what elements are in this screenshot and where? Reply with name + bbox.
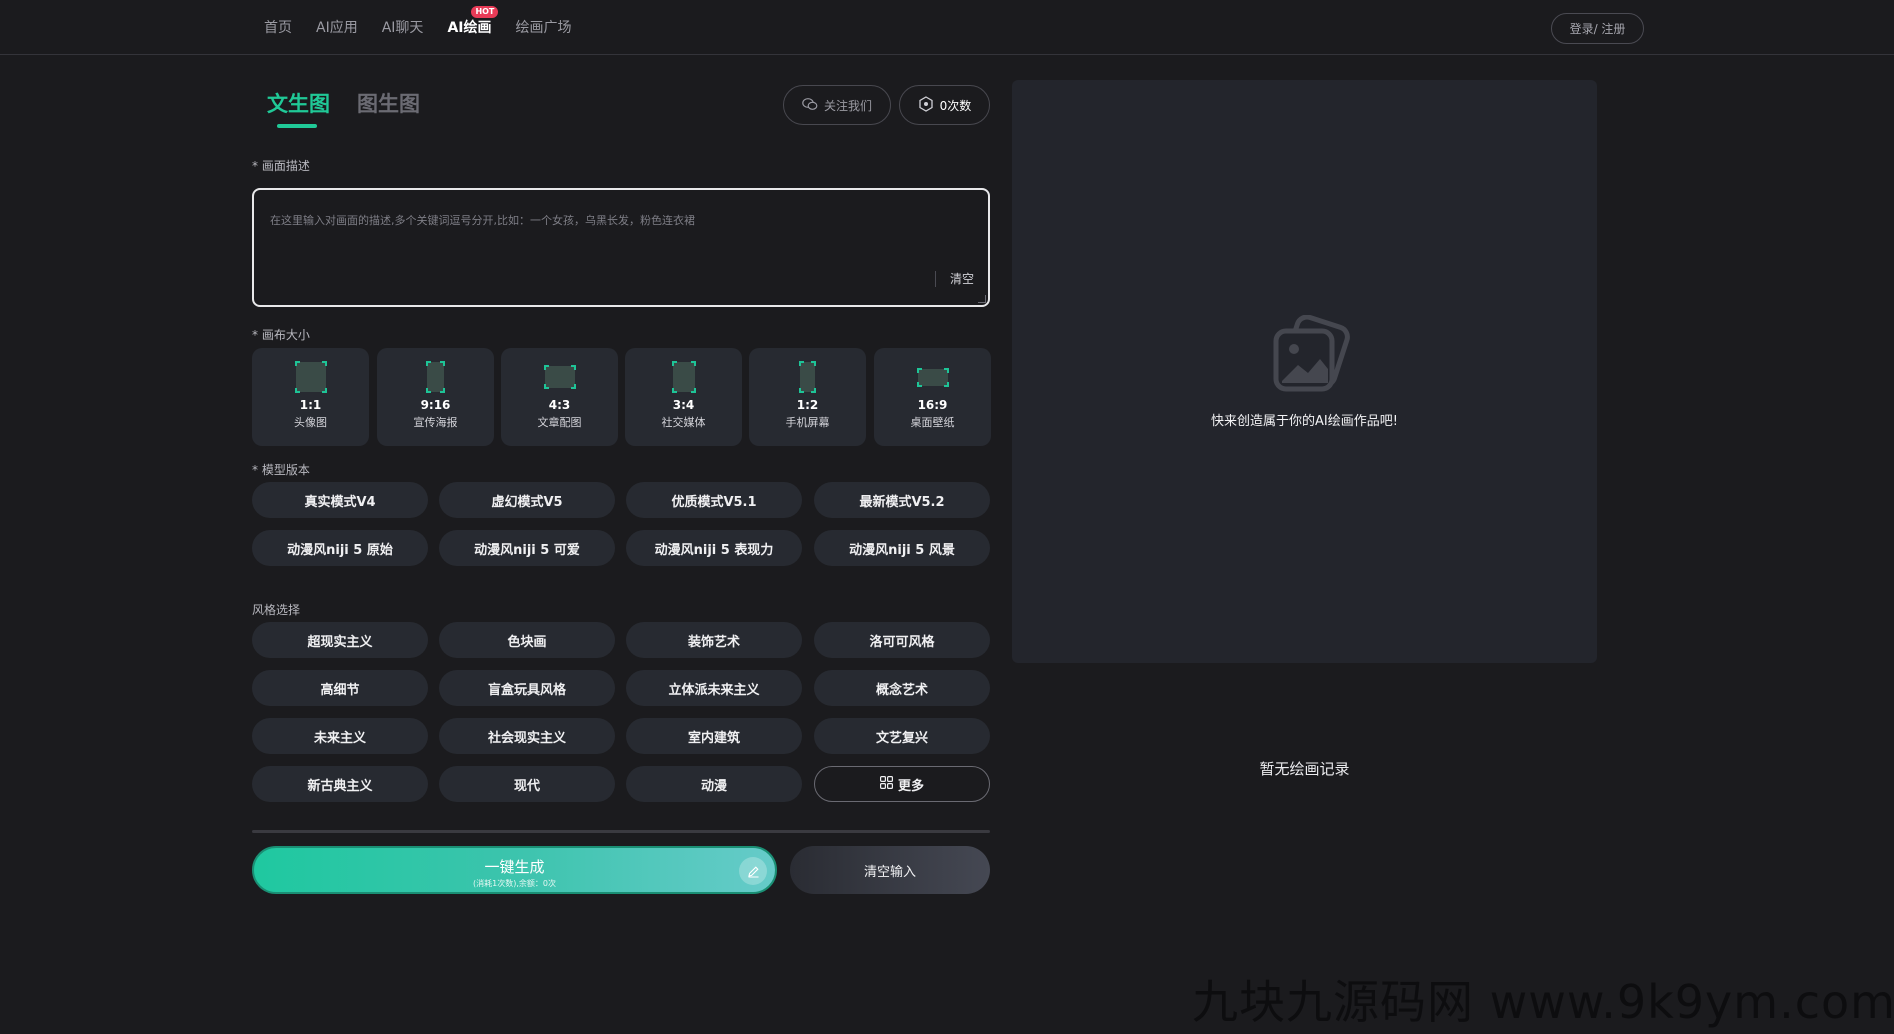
style-option[interactable]: 文艺复兴 [814,718,990,754]
tab-text-to-image[interactable]: 文生图 [267,88,330,118]
size-ratio: 3:4 [672,398,695,412]
size-name: 桌面壁纸 [910,416,955,429]
nav-ai-drawing-label: AI绘画 [447,20,492,36]
login-register-button[interactable]: 登录/ 注册 [1551,13,1644,44]
size-option-4-3[interactable]: 4:3 文章配图 [501,348,618,446]
size-name: 手机屏幕 [785,416,830,429]
follow-us-button[interactable]: 关注我们 [783,85,891,125]
grid-icon [879,775,893,793]
style-option[interactable]: 装饰艺术 [626,622,802,658]
style-option[interactable]: 动漫 [626,766,802,802]
model-option[interactable]: 虚幻模式V5 [439,482,615,518]
model-option[interactable]: 动漫风niji 5 原始 [252,530,428,566]
generate-button[interactable]: 一键生成 (消耗1次数),余额：0次 [252,846,777,894]
portrait-ratio-icon [426,361,445,393]
model-version-label: * 模型版本 [252,463,310,477]
size-ratio: 16:9 [917,398,948,412]
nav-ai-drawing[interactable]: AI绘画 HOT [447,6,499,38]
style-option[interactable]: 盲盒玩具风格 [439,670,615,706]
model-option[interactable]: 真实模式V4 [252,482,428,518]
credits-label: 0次数 [939,98,972,113]
canvas-size-label: * 画布大小 [252,328,310,342]
credits-button[interactable]: 0次数 [899,85,990,125]
more-styles-label: 更多 [897,778,924,794]
size-option-16-9[interactable]: 16:9 桌面壁纸 [874,348,991,446]
clear-prompt-button[interactable]: 清空 [934,271,974,287]
model-option[interactable]: 最新模式V5.2 [814,482,990,518]
size-ratio: 9:16 [420,398,451,412]
size-name: 头像图 [294,416,327,429]
style-option[interactable]: 色块画 [439,622,615,658]
style-option[interactable]: 现代 [439,766,615,802]
pencil-icon [739,857,767,885]
portrait-ratio-icon [671,361,696,393]
nav-home[interactable]: 首页 [264,18,292,38]
model-option[interactable]: 动漫风niji 5 表现力 [626,530,802,566]
more-styles-button[interactable]: 更多 [814,766,990,802]
tab-image-to-image[interactable]: 图生图 [357,88,420,118]
generate-label: 一键生成 [484,858,545,876]
prompt-textarea[interactable]: 在这里输入对画面的描述,多个关键词逗号分开,比如：一个女孩，乌黑长发，粉色连衣裙… [252,188,990,307]
clear-input-button[interactable]: 清空输入 [790,846,990,894]
landscape-ratio-icon [543,362,576,392]
resize-handle-icon[interactable] [978,295,986,303]
image-placeholder-icon [1262,314,1352,399]
size-name: 文章配图 [537,416,582,429]
top-navbar: 首页 AI应用 AI聊天 AI绘画 HOT 绘画广场 登录/ 注册 [0,0,1894,55]
prompt-placeholder: 在这里输入对画面的描述,多个关键词逗号分开,比如：一个女孩，乌黑长发，粉色连衣裙 [270,214,695,227]
main-nav: 首页 AI应用 AI聊天 AI绘画 HOT 绘画广场 [264,6,595,38]
style-option[interactable]: 高细节 [252,670,428,706]
section-divider [252,830,990,833]
site-watermark: 九块九源码网 www.9k9ym.com [1192,975,1894,1029]
style-label: 风格选择 [252,603,301,617]
style-option[interactable]: 新古典主义 [252,766,428,802]
generate-cost-text: (消耗1次数),余额：0次 [473,879,556,888]
preview-panel: 快来创造属于你的AI绘画作品吧! [1012,80,1597,663]
style-option[interactable]: 洛可可风格 [814,622,990,658]
model-option[interactable]: 动漫风niji 5 风景 [814,530,990,566]
style-option[interactable]: 未来主义 [252,718,428,754]
follow-us-label: 关注我们 [823,98,872,113]
style-option[interactable]: 室内建筑 [626,718,802,754]
model-option[interactable]: 动漫风niji 5 可爱 [439,530,615,566]
size-option-1-2[interactable]: 1:2 手机屏幕 [749,348,866,446]
style-option[interactable]: 概念艺术 [814,670,990,706]
nav-ai-apps[interactable]: AI应用 [316,18,358,38]
size-name: 社交媒体 [661,416,706,429]
size-name: 宣传海报 [413,416,458,429]
size-option-9-16[interactable]: 9:16 宣传海报 [377,348,494,446]
no-record-text: 暂无绘画记录 [1259,760,1350,778]
prompt-label: * 画面描述 [252,159,310,173]
size-ratio: 4:3 [548,398,571,412]
style-option[interactable]: 社会现实主义 [439,718,615,754]
wechat-icon [802,97,818,114]
wide-ratio-icon [916,362,949,392]
style-option[interactable]: 超现实主义 [252,622,428,658]
hexagon-icon [918,95,934,115]
nav-drawing-square[interactable]: 绘画广场 [515,18,571,38]
active-tab-indicator [277,124,317,128]
size-option-3-4[interactable]: 3:4 社交媒体 [625,348,742,446]
nav-ai-chat[interactable]: AI聊天 [382,18,424,38]
size-ratio: 1:2 [796,398,819,412]
size-ratio: 1:1 [299,398,322,412]
tall-ratio-icon [799,361,816,393]
square-ratio-icon [294,361,327,393]
preview-hint: 快来创造属于你的AI绘画作品吧! [1211,414,1398,429]
model-option[interactable]: 优质模式V5.1 [626,482,802,518]
size-option-1-1[interactable]: 1:1 头像图 [252,348,369,446]
hot-badge: HOT [471,6,499,18]
style-option[interactable]: 立体派未来主义 [626,670,802,706]
